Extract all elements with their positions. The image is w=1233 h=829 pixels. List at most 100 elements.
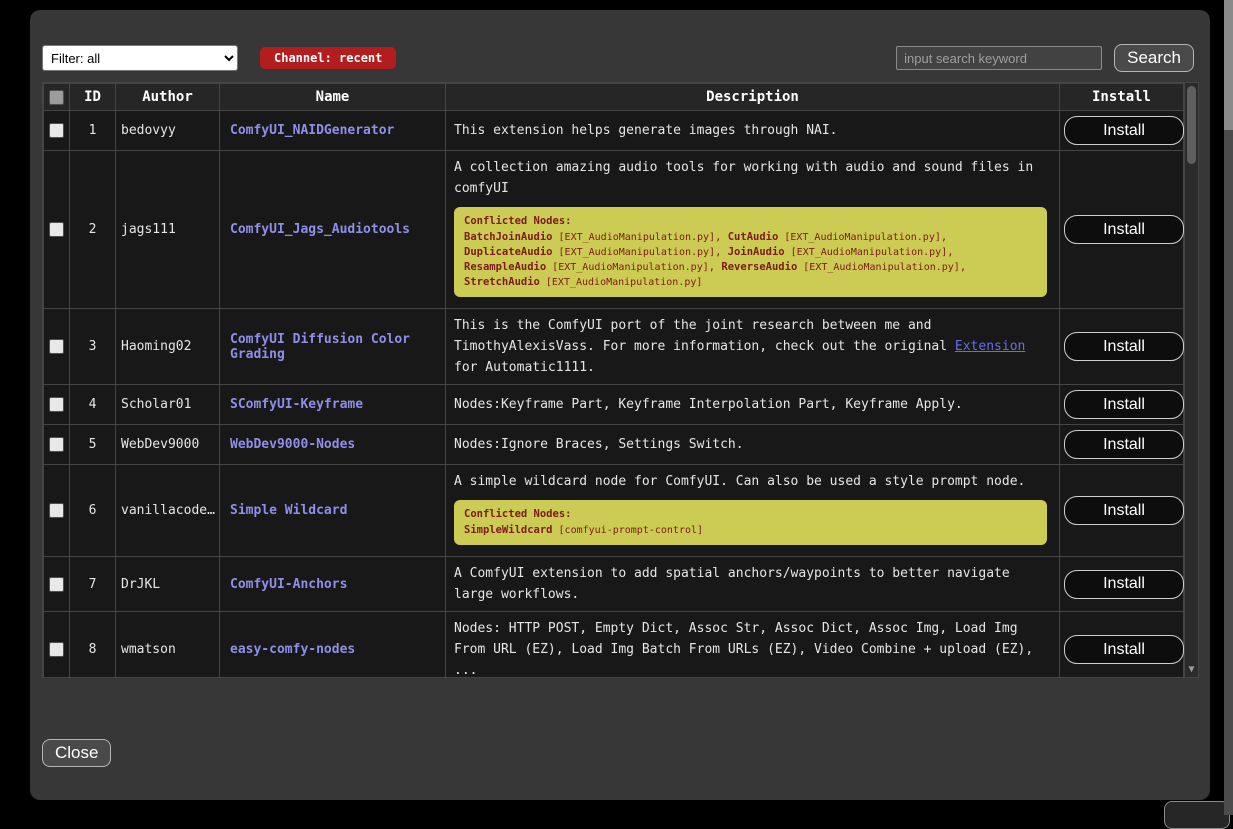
row-id: 2: [70, 151, 116, 309]
install-button[interactable]: Install: [1064, 332, 1184, 361]
header-id: ID: [70, 84, 116, 111]
header-author: Author: [116, 84, 220, 111]
conflict-node-source: [EXT_AudioManipulation.py]: [778, 232, 941, 243]
row-description: This extension helps generate images thr…: [446, 111, 1060, 151]
row-description: Nodes:Ignore Braces, Settings Switch.: [446, 425, 1060, 465]
description-text: Nodes: HTTP POST, Empty Dict, Assoc Str,…: [454, 618, 1051, 678]
table-row: 1bedovyyComfyUI_NAIDGeneratorThis extens…: [44, 111, 1184, 151]
table-row: 5WebDev9000 WebDev9000-Nodes Nodes:Ignore …: [44, 425, 1184, 465]
install-button[interactable]: Install: [1064, 430, 1184, 459]
page-scrollbar[interactable]: [1224, 0, 1233, 815]
extension-name-link[interactable]: ComfyUI-Anchors: [230, 577, 347, 592]
row-description: This is the ComfyUI port of the joint re…: [446, 309, 1060, 385]
row-description: A ComfyUI extension to add spatial ancho…: [446, 557, 1060, 612]
conflict-node-source: [EXT_AudioManipulation.py]: [553, 247, 716, 258]
row-description: Nodes: HTTP POST, Empty Dict, Assoc Str,…: [446, 612, 1060, 679]
row-checkbox[interactable]: [49, 339, 64, 354]
page-scrollbar-thumb[interactable]: [1224, 0, 1233, 130]
conflict-title: Conflicted Nodes:: [464, 214, 1037, 229]
conflict-node-name: CutAudio: [728, 231, 779, 243]
row-id: 5: [70, 425, 116, 465]
row-checkbox[interactable]: [49, 397, 64, 412]
row-description: A simple wildcard node for ComfyUI. Can …: [446, 465, 1060, 557]
table-scrollbar-thumb[interactable]: [1187, 86, 1196, 164]
conflict-title: Conflicted Nodes:: [464, 507, 1037, 522]
extension-name-link[interactable]: ComfyUI_Jags_Audiotools: [230, 222, 410, 237]
partial-button[interactable]: [1164, 801, 1230, 829]
custom-nodes-dialog: Filter: all Channel: recent Search ID Au…: [30, 10, 1210, 800]
select-all-checkbox[interactable]: [49, 90, 64, 105]
header-install: Install: [1060, 84, 1184, 111]
row-checkbox[interactable]: [49, 577, 64, 592]
extension-name-link[interactable]: ComfyUI_NAIDGenerator: [230, 123, 394, 138]
row-id: 4: [70, 385, 116, 425]
conflicted-nodes-box: Conflicted Nodes:BatchJoinAudio [EXT_Aud…: [454, 207, 1047, 297]
row-id: 6: [70, 465, 116, 557]
conflict-list: BatchJoinAudio [EXT_AudioManipulation.py…: [464, 230, 1037, 290]
table-row: 6vanillacode… Simple Wildcard A simple wil…: [44, 465, 1184, 557]
install-button[interactable]: Install: [1064, 390, 1184, 419]
description-text: Nodes:Keyframe Part, Keyframe Interpolat…: [454, 394, 1051, 415]
row-id: 7: [70, 557, 116, 612]
install-button[interactable]: Install: [1064, 116, 1184, 145]
extension-name-link[interactable]: SComfyUI-Keyframe: [230, 397, 363, 412]
row-author: jags111: [116, 151, 220, 309]
row-description: A collection amazing audio tools for wor…: [446, 151, 1060, 309]
table-body: 1bedovyyComfyUI_NAIDGeneratorThis extens…: [44, 111, 1184, 679]
row-checkbox[interactable]: [49, 642, 64, 657]
table-scrollbar[interactable]: ▼: [1184, 83, 1198, 677]
row-checkbox[interactable]: [49, 123, 64, 138]
search-input[interactable]: [896, 46, 1102, 70]
description-text: A collection amazing audio tools for wor…: [454, 157, 1051, 199]
filter-select[interactable]: Filter: all: [42, 45, 238, 71]
conflict-node-name: JoinAudio: [728, 246, 785, 258]
conflict-node-source: [EXT_AudioManipulation.py]: [546, 262, 709, 273]
row-author: wmatson: [116, 612, 220, 679]
description-link[interactable]: Extension: [955, 339, 1025, 354]
close-button[interactable]: Close: [42, 739, 111, 767]
extension-name-link[interactable]: Simple Wildcard: [230, 503, 347, 518]
conflict-node-name: StretchAudio: [464, 276, 540, 288]
table-row: 7DrJKL ComfyUI-Anchors A ComfyUI extension…: [44, 557, 1184, 612]
conflict-node-source: [comfyui-prompt-control]: [553, 525, 704, 536]
row-author: DrJKL: [116, 557, 220, 612]
table-row: 3Haoming02 ComfyUI Diffusion Color Gradin…: [44, 309, 1184, 385]
row-author: WebDev9000: [116, 425, 220, 465]
conflict-node-source: [EXT_AudioManipulation.py]: [797, 262, 960, 273]
description-text: This extension helps generate images thr…: [454, 120, 1051, 141]
channel-badge[interactable]: Channel: recent: [260, 47, 396, 69]
description-text: Nodes:Ignore Braces, Settings Switch.: [454, 434, 1051, 455]
conflict-list: SimpleWildcard [comfyui-prompt-control]: [464, 523, 1037, 538]
row-author: Haoming02: [116, 309, 220, 385]
description-text: A ComfyUI extension to add spatial ancho…: [454, 563, 1051, 605]
row-id: 3: [70, 309, 116, 385]
install-button[interactable]: Install: [1064, 570, 1184, 599]
row-checkbox[interactable]: [49, 503, 64, 518]
table-row: 2jags111 ComfyUI_Jags_Audiotools A collect…: [44, 151, 1184, 309]
extension-name-link[interactable]: WebDev9000-Nodes: [230, 437, 355, 452]
row-checkbox[interactable]: [49, 437, 64, 452]
conflict-node-source: [EXT_AudioManipulation.py]: [553, 232, 716, 243]
row-author: vanillacode…: [116, 465, 220, 557]
conflict-node-name: DuplicateAudio: [464, 246, 553, 258]
row-id: 1: [70, 111, 116, 151]
row-description: Nodes:Keyframe Part, Keyframe Interpolat…: [446, 385, 1060, 425]
conflict-node-name: SimpleWildcard: [464, 524, 553, 536]
header-description: Description: [446, 84, 1060, 111]
conflict-node-source: [EXT_AudioManipulation.py]: [540, 277, 703, 288]
table-header-row: ID Author Name Description Install: [44, 84, 1184, 111]
header-name: Name: [220, 84, 446, 111]
conflict-node-name: ReverseAudio: [721, 261, 797, 273]
row-author: Scholar01: [116, 385, 220, 425]
search-button[interactable]: Search: [1114, 44, 1194, 72]
install-button[interactable]: Install: [1064, 215, 1184, 244]
extension-name-link[interactable]: easy-comfy-nodes: [230, 642, 355, 657]
install-button[interactable]: Install: [1064, 496, 1184, 525]
scroll-down-icon[interactable]: ▼: [1185, 664, 1198, 676]
row-id: 8: [70, 612, 116, 679]
table-row: 4Scholar01 SComfyUI-Keyframe Nodes:Keyfram…: [44, 385, 1184, 425]
row-checkbox[interactable]: [49, 222, 64, 237]
extension-name-link[interactable]: ComfyUI Diffusion Color Grading: [230, 332, 410, 362]
install-button[interactable]: Install: [1064, 635, 1184, 664]
conflict-node-name: BatchJoinAudio: [464, 231, 553, 243]
